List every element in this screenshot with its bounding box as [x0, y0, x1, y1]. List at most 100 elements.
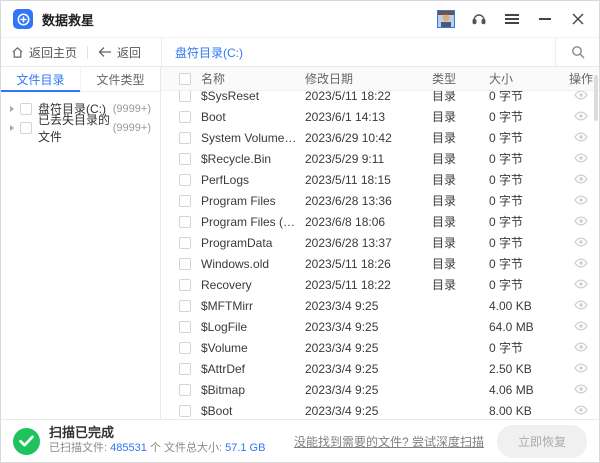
tree-item-label: 已丢失目录的文件 — [38, 111, 113, 145]
file-name: $Recycle.Bin — [201, 152, 305, 166]
row-checkbox[interactable] — [179, 405, 191, 417]
file-modified-date: 2023/6/1 14:13 — [305, 110, 432, 124]
file-name: $Bitmap — [201, 383, 305, 397]
preview-eye-icon[interactable] — [574, 404, 588, 418]
column-header-type[interactable]: 类型 — [432, 70, 489, 87]
file-modified-date: 2023/5/11 18:26 — [305, 257, 432, 271]
row-checkbox[interactable] — [179, 153, 191, 165]
table-row[interactable]: $Recycle.Bin 2023/5/29 9:11 目录 0 字节 — [161, 148, 599, 169]
table-row[interactable]: $LogFile 2023/3/4 9:25 64.0 MB — [161, 316, 599, 337]
table-row[interactable]: System Volume Inf... 2023/6/29 10:42 目录 … — [161, 127, 599, 148]
tree-checkbox[interactable] — [20, 103, 32, 115]
recover-now-button[interactable]: 立即恢复 — [497, 425, 587, 458]
user-avatar[interactable] — [437, 10, 455, 28]
support-headset-icon[interactable] — [470, 10, 488, 28]
table-row[interactable]: $AttrDef 2023/3/4 9:25 2.50 KB — [161, 358, 599, 379]
select-all-checkbox[interactable] — [179, 73, 191, 85]
preview-eye-icon[interactable] — [574, 362, 588, 376]
preview-eye-icon[interactable] — [574, 131, 588, 145]
row-checkbox[interactable] — [179, 132, 191, 144]
tree-checkbox[interactable] — [20, 122, 32, 134]
file-size: 64.0 MB — [489, 320, 563, 334]
file-modified-date: 2023/5/29 9:11 — [305, 152, 432, 166]
table-row[interactable]: Windows.old 2023/5/11 18:26 目录 0 字节 — [161, 253, 599, 274]
table-row[interactable]: Recovery 2023/5/11 18:22 目录 0 字节 — [161, 274, 599, 295]
table-row[interactable]: Program Files 2023/6/28 13:36 目录 0 字节 — [161, 190, 599, 211]
back-button[interactable]: 返回 — [88, 44, 151, 61]
preview-eye-icon[interactable] — [574, 320, 588, 334]
menu-icon[interactable] — [503, 10, 521, 28]
table-row[interactable]: $Volume 2023/3/4 9:25 0 字节 — [161, 337, 599, 358]
file-name: Program Files — [201, 194, 305, 208]
row-checkbox[interactable] — [179, 216, 191, 228]
vertical-scrollbar[interactable] — [594, 75, 598, 121]
preview-eye-icon[interactable] — [574, 215, 588, 229]
column-header-size[interactable]: 大小 — [489, 70, 563, 87]
row-checkbox[interactable] — [179, 384, 191, 396]
search-button[interactable] — [555, 38, 599, 66]
row-checkbox[interactable] — [179, 258, 191, 270]
row-checkbox[interactable] — [179, 91, 191, 102]
row-checkbox[interactable] — [179, 111, 191, 123]
file-name: System Volume Inf... — [201, 131, 305, 145]
row-checkbox[interactable] — [179, 237, 191, 249]
row-checkbox[interactable] — [179, 195, 191, 207]
preview-eye-icon[interactable] — [574, 383, 588, 397]
tab-file-directory[interactable]: 文件目录 — [1, 67, 80, 91]
row-checkbox[interactable] — [179, 321, 191, 333]
file-size: 0 字节 — [489, 339, 563, 356]
close-button[interactable] — [569, 10, 587, 28]
table-body-rows: $SysReset 2023/5/11 18:22 目录 0 字节 Boot 2… — [161, 91, 599, 419]
expand-caret-icon[interactable] — [10, 125, 14, 131]
table-row[interactable]: $SysReset 2023/5/11 18:22 目录 0 字节 — [161, 91, 599, 106]
table-row[interactable]: $Bitmap 2023/3/4 9:25 4.06 MB — [161, 379, 599, 400]
preview-eye-icon[interactable] — [574, 299, 588, 313]
preview-eye-icon[interactable] — [574, 257, 588, 271]
file-modified-date: 2023/5/11 18:22 — [305, 278, 432, 292]
breadcrumb[interactable]: 盘符目录(C:) — [161, 38, 555, 66]
tree-item-count: (9999+) — [113, 103, 151, 115]
home-button[interactable]: 返回主页 — [1, 44, 87, 61]
preview-eye-icon[interactable] — [574, 341, 588, 355]
preview-eye-icon[interactable] — [574, 194, 588, 208]
preview-eye-icon[interactable] — [574, 110, 588, 124]
home-button-label: 返回主页 — [29, 44, 77, 61]
file-name: $SysReset — [201, 91, 305, 103]
titlebar: 数据救星 — [1, 1, 599, 37]
row-checkbox[interactable] — [179, 363, 191, 375]
file-type: 目录 — [432, 213, 489, 230]
minimize-button[interactable] — [536, 10, 554, 28]
tree-item-lost-files[interactable]: 已丢失目录的文件 (9999+) — [1, 118, 160, 137]
table-row[interactable]: ProgramData 2023/6/28 13:37 目录 0 字节 — [161, 232, 599, 253]
file-size: 0 字节 — [489, 276, 563, 293]
preview-eye-icon[interactable] — [574, 173, 588, 187]
table-body[interactable]: $SysReset 2023/5/11 18:22 目录 0 字节 Boot 2… — [161, 91, 599, 419]
row-checkbox[interactable] — [179, 174, 191, 186]
row-checkbox[interactable] — [179, 342, 191, 354]
table-row[interactable]: Program Files (x86) 2023/6/8 18:06 目录 0 … — [161, 211, 599, 232]
file-name: Program Files (x86) — [201, 215, 305, 229]
scanned-files-label: 已扫描文件: — [49, 442, 110, 454]
column-header-name[interactable]: 名称 — [201, 70, 305, 87]
column-header-date[interactable]: 修改日期 — [305, 70, 432, 87]
file-size: 0 字节 — [489, 108, 563, 125]
table-row[interactable]: Boot 2023/6/1 14:13 目录 0 字节 — [161, 106, 599, 127]
table-row[interactable]: PerfLogs 2023/5/11 18:15 目录 0 字节 — [161, 169, 599, 190]
preview-eye-icon[interactable] — [574, 236, 588, 250]
deep-scan-link[interactable]: 没能找到需要的文件? 尝试深度扫描 — [294, 433, 484, 450]
table-row[interactable]: $Boot 2023/3/4 9:25 8.00 KB — [161, 400, 599, 419]
tab-file-type[interactable]: 文件类型 — [80, 67, 160, 91]
preview-eye-icon[interactable] — [574, 152, 588, 166]
row-checkbox[interactable] — [179, 279, 191, 291]
file-type: 目录 — [432, 150, 489, 167]
expand-caret-icon[interactable] — [10, 106, 14, 112]
table-row[interactable]: $MFTMirr 2023/3/4 9:25 4.00 KB — [161, 295, 599, 316]
row-checkbox[interactable] — [179, 300, 191, 312]
sidebar-tabs: 文件目录 文件类型 — [1, 67, 160, 92]
total-size-value: 57.1 GB — [225, 442, 265, 454]
file-name: $Volume — [201, 341, 305, 355]
preview-eye-icon[interactable] — [574, 91, 588, 103]
file-size: 0 字节 — [489, 91, 563, 104]
file-name: $AttrDef — [201, 362, 305, 376]
preview-eye-icon[interactable] — [574, 278, 588, 292]
